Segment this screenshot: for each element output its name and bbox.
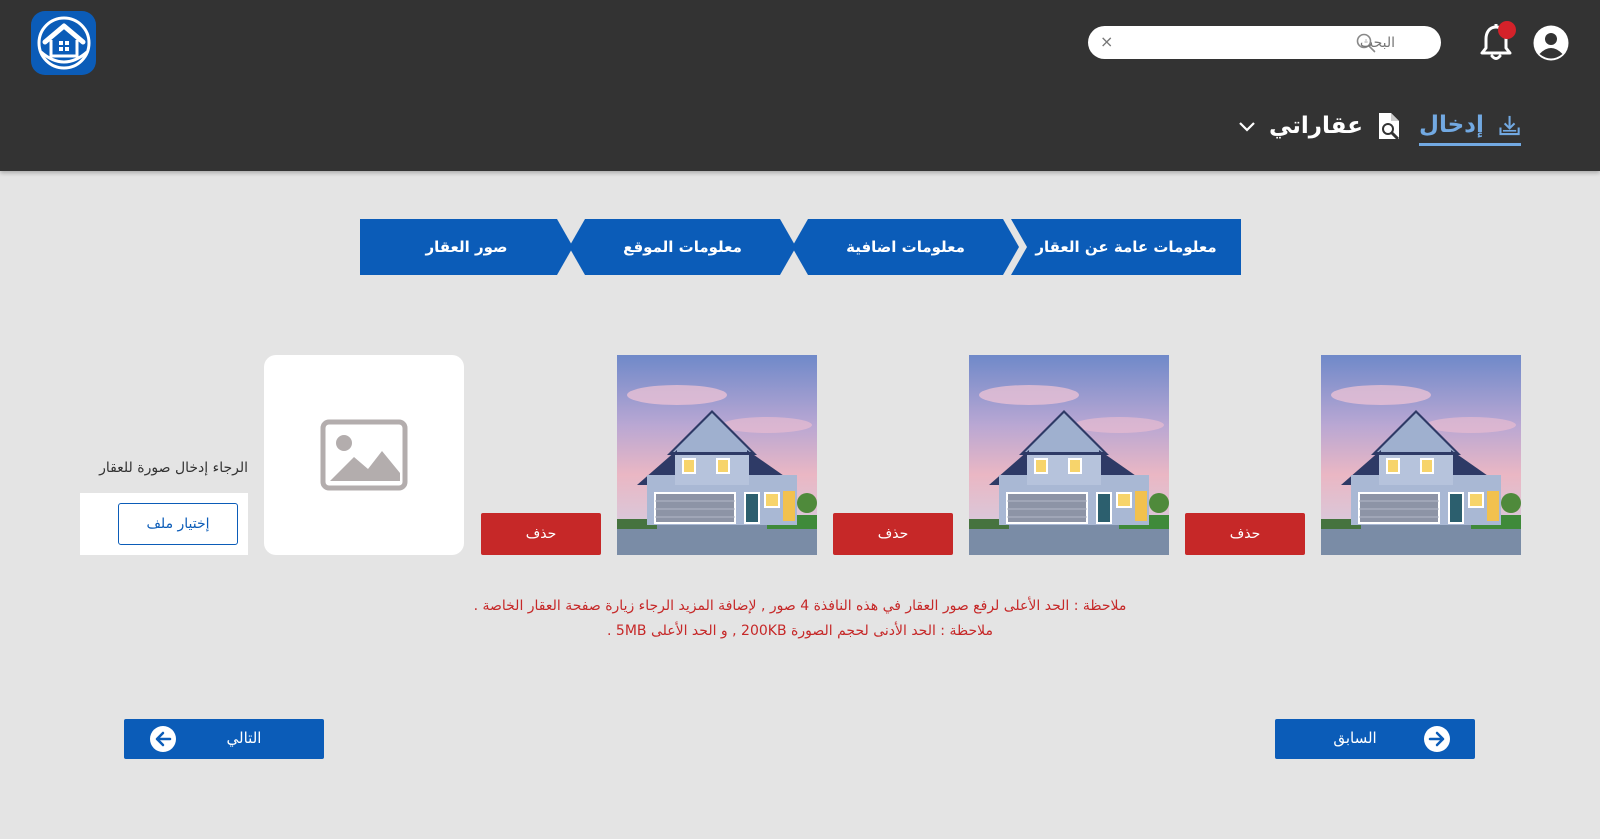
step-additional-info-label: معلومات اضافية [846, 238, 965, 256]
choose-file-button[interactable]: إختيار ملف [118, 503, 238, 545]
upload-note-limit: ملاحظة : الحد الأعلى لرفع صور العقار في … [473, 598, 1127, 614]
property-photo-3 [617, 355, 817, 555]
chevron-down-icon[interactable] [1237, 116, 1257, 136]
image-placeholder-icon [320, 419, 408, 491]
delete-photo-3-button[interactable]: حذف [481, 513, 601, 555]
step-general-info[interactable]: معلومات عامة عن العقار [1011, 219, 1241, 275]
nav-insert[interactable]: إدخال [1419, 106, 1521, 146]
step-location-info[interactable]: معلومات الموقع [569, 219, 796, 275]
search-bar: × [1088, 26, 1441, 59]
nav-insert-label: إدخال [1419, 111, 1484, 138]
property-photo-2 [969, 355, 1169, 555]
delete-photo-2-button[interactable]: حذف [833, 513, 953, 555]
nav-my-properties[interactable]: عقاراتي [1237, 106, 1403, 146]
next-button-label: التالي [226, 729, 262, 747]
download-tray-icon [1499, 115, 1520, 135]
notification-badge [1498, 21, 1516, 39]
step-property-photos[interactable]: صور العقار [360, 219, 573, 275]
arrow-right-icon [1424, 726, 1450, 752]
upload-prompt: الرجاء إدخال صورة للعقار [99, 460, 248, 476]
search-input[interactable] [1143, 26, 1423, 59]
previous-button-label: السابق [1333, 729, 1377, 747]
previous-button[interactable]: السابق [1275, 719, 1475, 759]
house-photo-image [617, 355, 817, 555]
step-general-info-label: معلومات عامة عن العقار [1035, 238, 1217, 256]
arrow-left-icon [150, 726, 176, 752]
step-property-photos-label: صور العقار [425, 238, 508, 256]
nav-my-properties-label: عقاراتي [1269, 113, 1363, 139]
upload-note-size: ملاحظة : الحد الأدنى لحجم الصورة 200KB ,… [607, 623, 993, 639]
upload-box: إختيار ملف [80, 493, 248, 555]
step-location-info-label: معلومات الموقع [623, 238, 742, 256]
next-button[interactable]: التالي [124, 719, 324, 759]
house-logo-icon [37, 16, 90, 70]
top-header: × إدخال عقاراتي [0, 0, 1600, 171]
app-logo[interactable] [31, 11, 96, 75]
step-additional-info[interactable]: معلومات اضافية [792, 219, 1019, 275]
house-photo-image [1321, 355, 1521, 555]
property-photo-1 [1321, 355, 1521, 555]
clear-search-icon[interactable]: × [1100, 32, 1113, 52]
user-avatar-icon[interactable] [1533, 25, 1569, 61]
empty-photo-slot[interactable] [264, 355, 464, 555]
delete-photo-1-button[interactable]: حذف [1185, 513, 1305, 555]
document-search-icon [1378, 113, 1399, 141]
progress-stepper: معلومات عامة عن العقار معلومات اضافية مع… [360, 219, 1241, 275]
house-photo-image [969, 355, 1169, 555]
